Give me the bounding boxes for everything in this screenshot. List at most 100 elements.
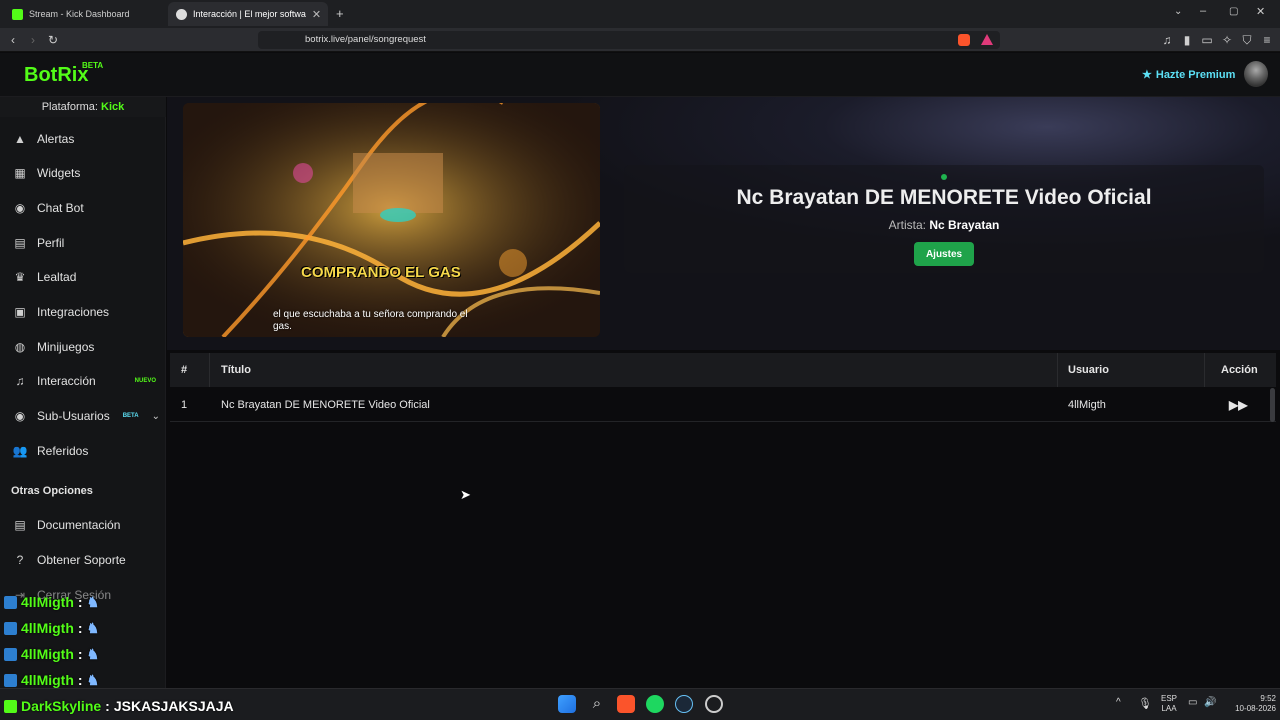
chevron-down-icon[interactable]: ⌄ — [1174, 6, 1182, 17]
emote-icon: ♞ — [86, 593, 100, 610]
badge-icon — [4, 621, 17, 635]
gamepad-icon: ◍ — [14, 340, 26, 354]
chat-separator: : — [77, 672, 83, 688]
table-header — [170, 353, 1276, 387]
sidebar-item-minijuegos[interactable]: ◍ Minijuegos — [0, 330, 166, 364]
plug-icon: ▣ — [14, 305, 26, 319]
video-frame — [183, 103, 600, 337]
scrollbar[interactable] — [1270, 388, 1275, 422]
emote-icon: ♞ — [86, 645, 100, 662]
sidebar-item-alertas[interactable]: ▲ Alertas — [0, 122, 166, 156]
media-icon[interactable]: ♫ — [1160, 33, 1174, 47]
microphone-icon[interactable]: 🎙 — [1138, 697, 1152, 710]
column-divider — [1057, 353, 1058, 387]
tab-interaccion[interactable]: Interacción | El mejor softwa ✕ — [168, 2, 328, 26]
reload-icon[interactable]: ↻ — [46, 33, 60, 47]
sidebar-item-integraciones[interactable]: ▣ Integraciones — [0, 295, 166, 329]
skip-forward-icon[interactable]: ▶▶ — [1229, 388, 1247, 422]
chat-separator: : — [77, 620, 83, 636]
settings-button[interactable]: Ajustes — [914, 242, 974, 266]
app-header — [0, 53, 1280, 97]
chat-separator: : — [77, 646, 83, 662]
windows-start-icon[interactable] — [558, 695, 576, 713]
chat-separator: : — [77, 594, 83, 610]
chat-username: DarkSkyline — [21, 698, 102, 714]
video-player[interactable]: COMPRANDO EL GAS el que escuchaba a tu s… — [183, 103, 600, 337]
badge-icon — [4, 673, 17, 687]
platform-value: Kick — [101, 101, 125, 113]
search-icon[interactable]: ⌕ — [588, 695, 606, 713]
artist-line: Artista: Nc Brayatan — [624, 218, 1264, 232]
botrix-logo[interactable]: BotRix — [24, 64, 88, 87]
back-icon[interactable]: ‹ — [6, 33, 20, 47]
language-indicator[interactable]: ESP LAA — [1161, 694, 1177, 714]
question-icon: ? — [16, 553, 24, 567]
star-icon: ★ — [1142, 69, 1152, 81]
clock[interactable]: 9:52 10-08-2026 — [1222, 694, 1276, 714]
sidebar-item-soporte[interactable]: ? Obtener Soporte — [0, 543, 166, 577]
avatar[interactable] — [1244, 61, 1268, 87]
address-bar[interactable]: botrix.live/panel/songrequest — [258, 31, 1000, 49]
kick-favicon-icon — [12, 8, 23, 20]
tab-stream-kick[interactable]: Stream - Kick Dashboard — [4, 2, 164, 26]
network-icon[interactable]: ▭ — [1188, 697, 1197, 708]
section-title-otras-opciones: Otras Opciones — [11, 485, 93, 497]
new-tab-icon[interactable]: + — [336, 6, 344, 21]
column-header-number: # — [181, 364, 188, 376]
users-icon: 👥 — [12, 444, 28, 458]
chevron-down-icon[interactable]: ⌄ — [152, 411, 160, 422]
music-icon: ♫ — [15, 374, 25, 388]
live-dot-icon — [941, 174, 947, 180]
brave-shield-icon[interactable] — [958, 34, 970, 46]
sidebar-toggle-icon[interactable]: ▮ — [1180, 33, 1194, 47]
brave-icon[interactable] — [617, 695, 635, 713]
document-icon: ▤ — [14, 518, 26, 532]
botrix-favicon-icon — [176, 8, 187, 20]
brave-rewards-icon[interactable] — [981, 34, 993, 45]
video-caption-overlay: COMPRANDO EL GAS — [301, 264, 461, 281]
column-header-title: Título — [221, 364, 251, 376]
sidebar-item-lealtad[interactable]: ♛ Lealtad — [0, 260, 166, 294]
sidebar-item-chat-bot[interactable]: ◉ Chat Bot — [0, 191, 166, 225]
chat-username: 4llMigth — [21, 594, 74, 610]
window-close-icon[interactable]: ✕ — [1256, 5, 1265, 18]
badge-icon — [4, 699, 17, 713]
volume-icon[interactable]: 🔊 — [1204, 697, 1216, 708]
sidebar-item-label: Referidos — [37, 444, 89, 458]
chat-username: 4llMigth — [21, 672, 74, 688]
tray-chevron-up-icon[interactable]: ^ — [1116, 697, 1121, 708]
leo-ai-icon[interactable]: ✧ — [1220, 33, 1234, 47]
id-card-icon: ▤ — [14, 236, 26, 250]
forward-icon[interactable]: › — [26, 33, 40, 47]
sidebar-item-referidos[interactable]: 👥 Referidos — [0, 434, 166, 468]
sidebar-item-sub-usuarios[interactable]: ◉ Sub-Usuarios BETA ⌄ — [0, 399, 166, 433]
sidebar-item-label: Documentación — [37, 518, 121, 532]
minimize-icon[interactable]: – — [1200, 5, 1206, 17]
sidebar-item-documentacion[interactable]: ▤ Documentación — [0, 508, 166, 542]
chat-overlay-line: 4llMigth: ♞ — [4, 670, 99, 690]
sidebar-item-label: Minijuegos — [37, 340, 95, 354]
premium-label: Hazte Premium — [1155, 68, 1236, 81]
spotify-icon[interactable] — [646, 695, 664, 713]
steam-icon[interactable] — [675, 695, 693, 713]
app-icon[interactable] — [705, 695, 723, 713]
sidebar-item-label: Sub-Usuarios — [37, 409, 110, 423]
warning-icon: ▲ — [14, 132, 26, 146]
premium-button[interactable]: ★ Hazte Premium — [1142, 68, 1236, 82]
vpn-icon[interactable]: ⛉ — [1240, 33, 1254, 47]
column-divider — [1204, 353, 1205, 387]
sidebar-item-interaccion[interactable]: ♫ Interacción NUEVO — [0, 364, 166, 398]
emote-icon: ♞ — [86, 619, 100, 636]
chat-separator: : — [105, 698, 110, 714]
wallet-icon[interactable]: ▭ — [1200, 33, 1214, 47]
sidebar-item-perfil[interactable]: ▤ Perfil — [0, 226, 166, 260]
sidebar-item-widgets[interactable]: ▦ Widgets — [0, 156, 166, 190]
mouse-cursor-icon: ➤ — [460, 487, 471, 502]
close-tab-icon[interactable]: ✕ — [312, 8, 321, 21]
platform-indicator: Plataforma: Kick — [0, 97, 166, 117]
tab-label: Interacción | El mejor softwa — [193, 9, 306, 19]
menu-icon[interactable]: ≡ — [1260, 33, 1274, 47]
robot-icon: ◉ — [14, 409, 26, 423]
maximize-icon[interactable]: ▢ — [1229, 6, 1238, 17]
robot-icon: ◉ — [14, 201, 26, 215]
